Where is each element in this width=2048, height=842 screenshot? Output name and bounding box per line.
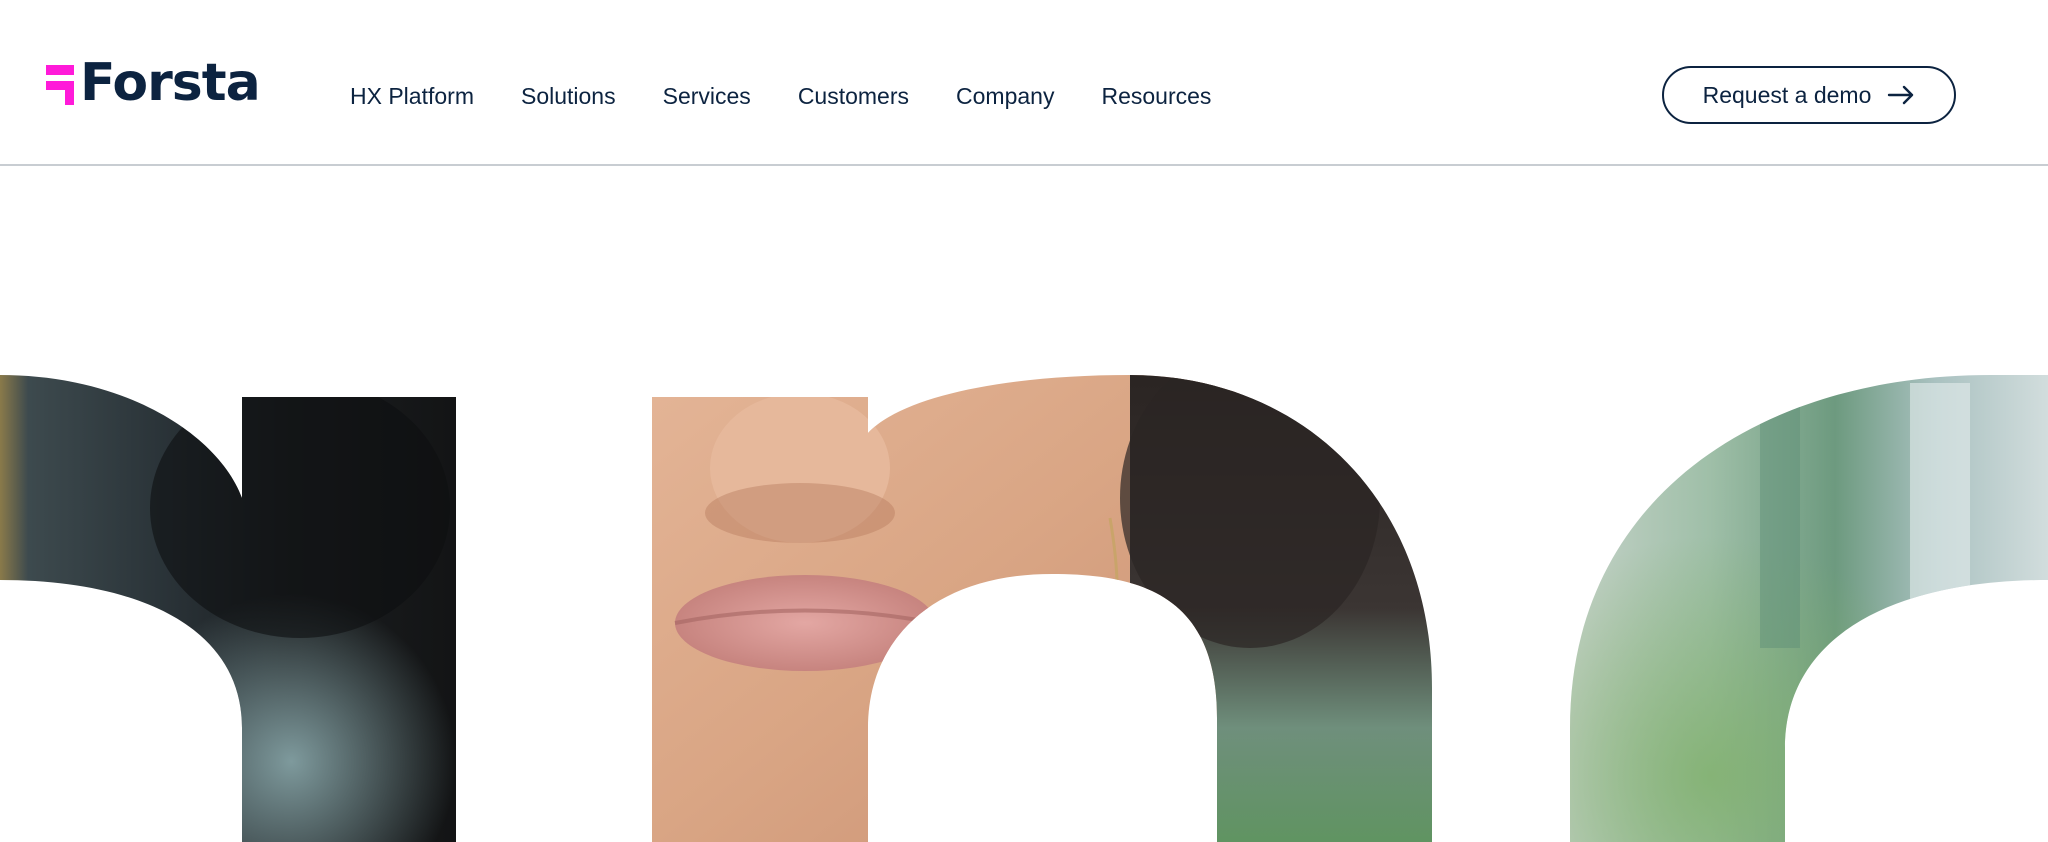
nav-item-services[interactable]: Services <box>663 78 751 114</box>
logo-wordmark: Forsta <box>80 53 261 113</box>
site-header: Forsta HX Platform Solutions Services Cu… <box>0 0 2048 166</box>
main-navigation: HX Platform Solutions Services Customers… <box>350 78 1258 114</box>
nav-item-customers[interactable]: Customers <box>798 78 909 114</box>
nav-item-solutions[interactable]: Solutions <box>521 78 616 114</box>
request-demo-button[interactable]: Request a demo <box>1662 66 1956 124</box>
request-demo-label: Request a demo <box>1702 81 1872 108</box>
arrow-right-icon <box>1887 85 1915 105</box>
forsta-logo-mark-icon <box>46 61 76 105</box>
nav-item-resources[interactable]: Resources <box>1101 78 1211 114</box>
nav-item-company[interactable]: Company <box>956 78 1054 114</box>
forsta-logo[interactable]: Forsta <box>46 53 261 113</box>
hero-section <box>0 168 2048 842</box>
nav-item-hx-platform[interactable]: HX Platform <box>350 78 474 114</box>
page: Forsta HX Platform Solutions Services Cu… <box>0 0 2048 842</box>
hero-letterform-image <box>0 375 2048 842</box>
